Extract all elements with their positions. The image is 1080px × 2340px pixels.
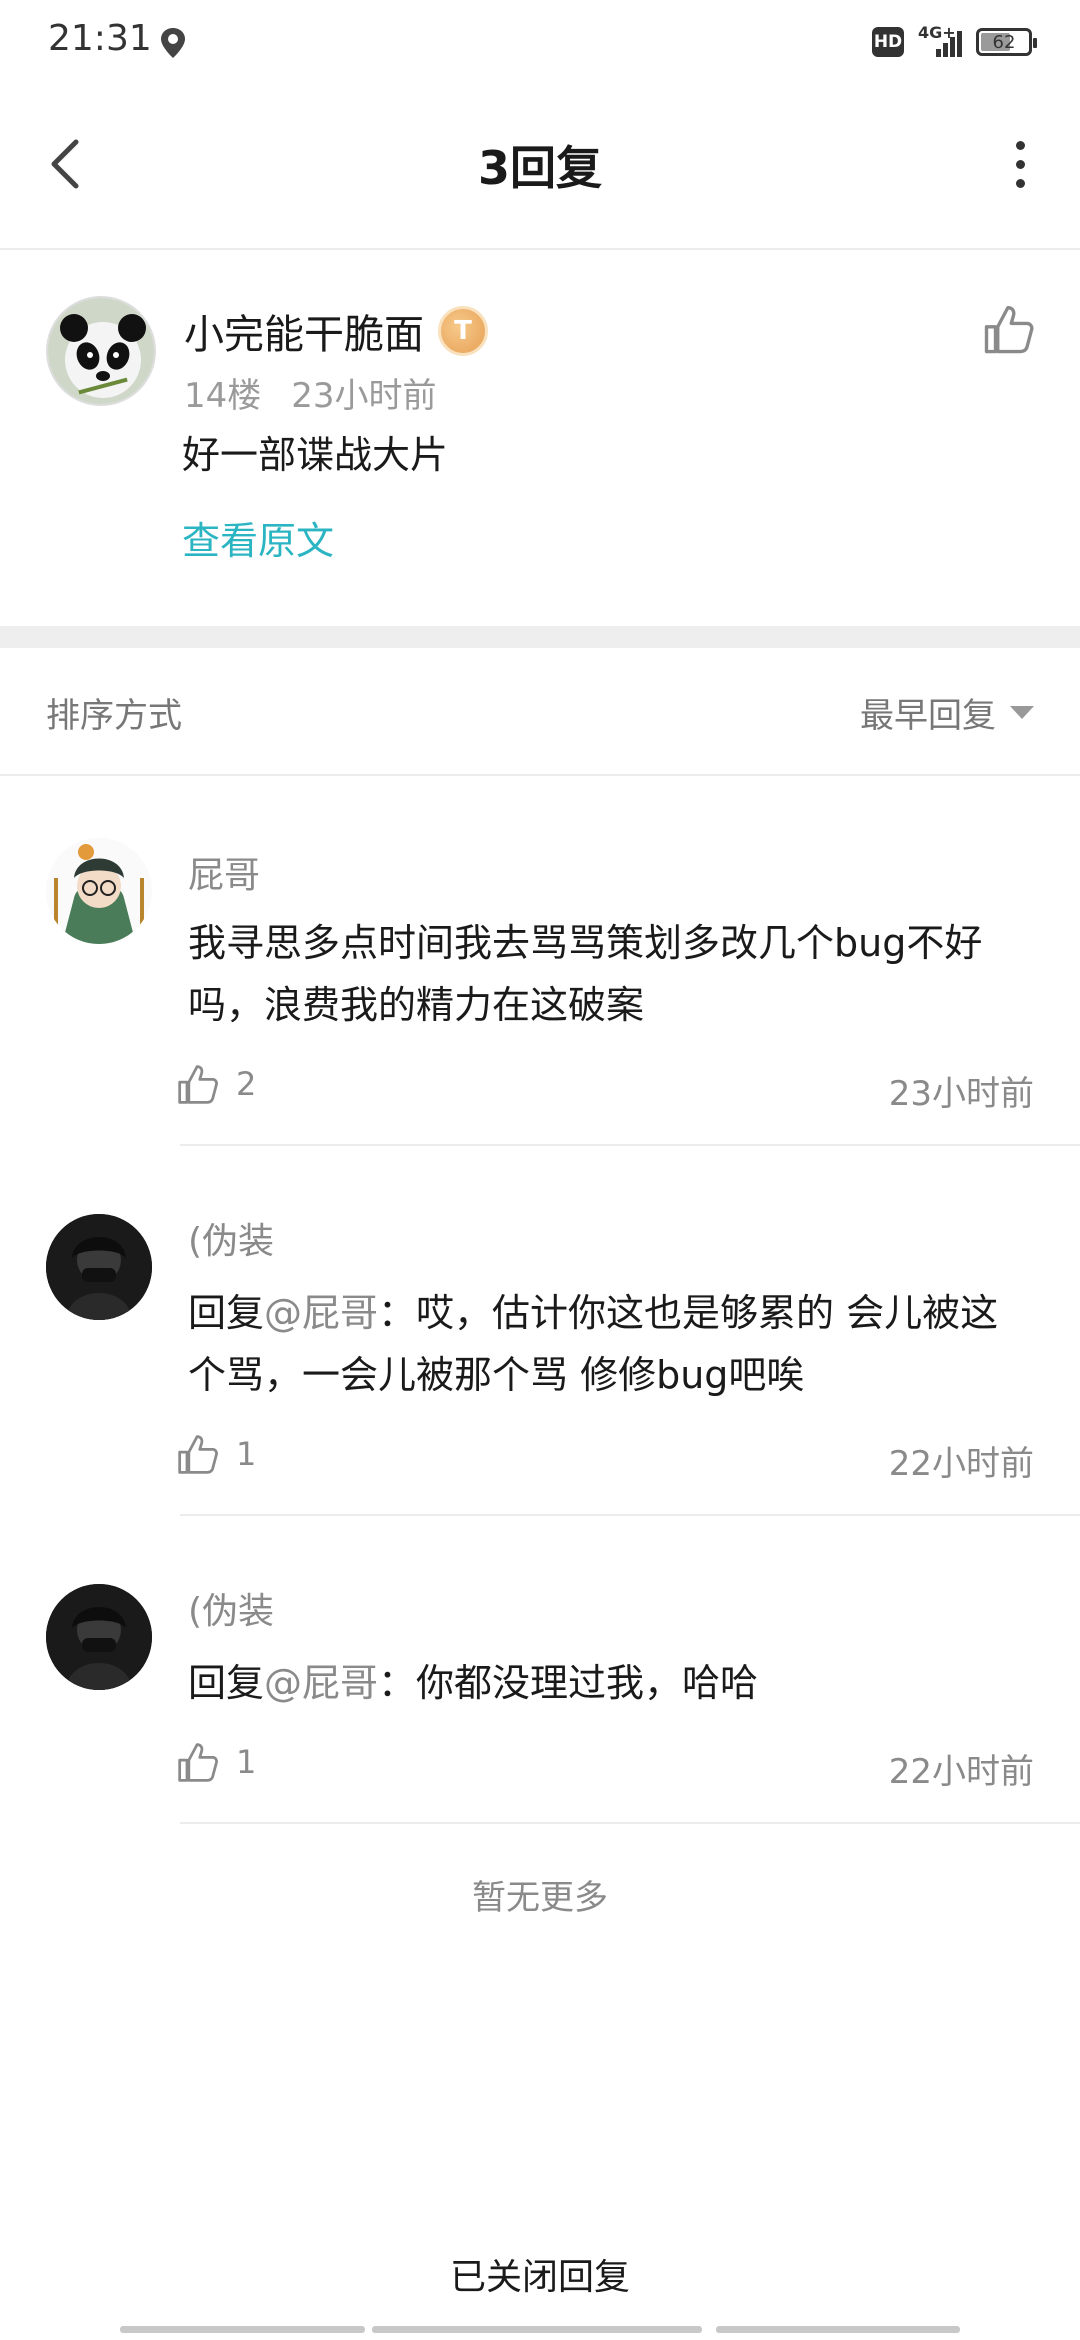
reply-like-button[interactable]: 2	[176, 1062, 256, 1106]
post-content: 好一部谍战大片	[182, 433, 449, 477]
post-username[interactable]: 小完能干脆面	[184, 302, 424, 360]
avatar[interactable]	[46, 1584, 152, 1690]
avatar[interactable]	[46, 1214, 152, 1320]
mention-link[interactable]: @屁哥	[264, 1661, 378, 1705]
avatar[interactable]	[46, 296, 156, 406]
battery-level: 62	[992, 31, 1016, 53]
view-original-link[interactable]: 查看原文	[182, 510, 334, 565]
hd-icon: HD	[872, 27, 904, 57]
reply-time: 22小时前	[888, 1444, 1034, 1484]
reply-time: 23小时前	[888, 1074, 1034, 1114]
section-divider	[0, 626, 1080, 648]
caret-down-icon	[1010, 706, 1034, 719]
reply-divider	[180, 1822, 1080, 1824]
reply-time: 22小时前	[888, 1752, 1034, 1792]
dark-avatar-image	[46, 1584, 152, 1690]
level-badge-icon: T	[438, 306, 488, 356]
like-count: 2	[236, 1065, 257, 1103]
mention-link[interactable]: @屁哥	[264, 1291, 378, 1335]
post-meta: 14楼 23小时前	[184, 368, 437, 417]
thumbs-up-icon	[178, 1065, 218, 1104]
top-app-bar: 3回复	[0, 82, 1080, 250]
status-bar: 21:31 HD 4G+ 62	[0, 0, 1080, 82]
thumbs-up-icon	[178, 1435, 218, 1474]
reply-like-button[interactable]: 1	[176, 1432, 256, 1476]
thumbs-up-icon	[178, 1743, 218, 1782]
floor-number: 14楼	[184, 376, 262, 416]
status-icons: HD 4G+ 62	[872, 22, 1037, 62]
replies-closed-notice: 已关闭回复	[449, 2257, 630, 2298]
page-title: 3回复	[477, 141, 602, 195]
like-count: 1	[236, 1743, 257, 1781]
like-count: 1	[236, 1435, 257, 1473]
reply-item: (伪装 回复@屁哥：你都没理过我，哈哈 1 22小时前	[0, 1516, 1080, 1824]
reply-content: 我寻思多点时间我去骂骂策划多改几个bug不好吗，浪费我的精力在这破案	[188, 921, 983, 1027]
post-author[interactable]: 小完能干脆面 T	[184, 302, 488, 360]
original-post: 小完能干脆面 T 14楼 23小时前 好一部谍战大片 查看原文	[0, 250, 1080, 626]
post-time: 23小时前	[291, 376, 437, 416]
more-vertical-icon	[1015, 140, 1025, 150]
more-options-button[interactable]	[990, 134, 1050, 194]
reply-username[interactable]: (伪装	[188, 1212, 274, 1264]
reply-content: 回复@屁哥：你都没理过我，哈哈	[188, 1661, 759, 1705]
no-more-text: 暂无更多	[472, 1878, 608, 1918]
panda-avatar-image	[48, 298, 154, 404]
location-pin-icon	[161, 28, 185, 58]
sort-dropdown[interactable]: 最早回复	[860, 688, 1034, 737]
battery-icon: 62	[976, 28, 1037, 56]
sort-selected: 最早回复	[860, 696, 996, 736]
reply-item: (伪装 回复@屁哥：哎，估计你这也是够累的 会儿被这个骂，一会儿被那个骂 修修b…	[0, 1146, 1080, 1516]
thumbs-up-icon[interactable]	[982, 302, 1036, 356]
sort-label: 排序方式	[46, 696, 182, 736]
reply-item: 屁哥 我寻思多点时间我去骂骂策划多改几个bug不好吗，浪费我的精力在这破案 2 …	[0, 776, 1080, 1146]
dark-avatar-image	[46, 1214, 152, 1320]
reply-username[interactable]: (伪装	[188, 1582, 274, 1634]
avatar[interactable]	[46, 838, 152, 944]
gesture-nav-bar	[0, 2326, 1080, 2334]
sort-bar: 排序方式 最早回复	[0, 648, 1080, 776]
anime-avatar-image	[46, 838, 152, 944]
reply-content: 回复@屁哥：哎，估计你这也是够累的 会儿被这个骂，一会儿被那个骂 修修bug吧唉	[188, 1291, 999, 1397]
reply-username[interactable]: 屁哥	[188, 846, 260, 898]
network-type-label: 4G+	[918, 23, 956, 42]
signal-icon: 4G+	[918, 23, 962, 59]
status-time: 21:31	[48, 18, 152, 59]
reply-like-button[interactable]: 1	[176, 1740, 256, 1784]
